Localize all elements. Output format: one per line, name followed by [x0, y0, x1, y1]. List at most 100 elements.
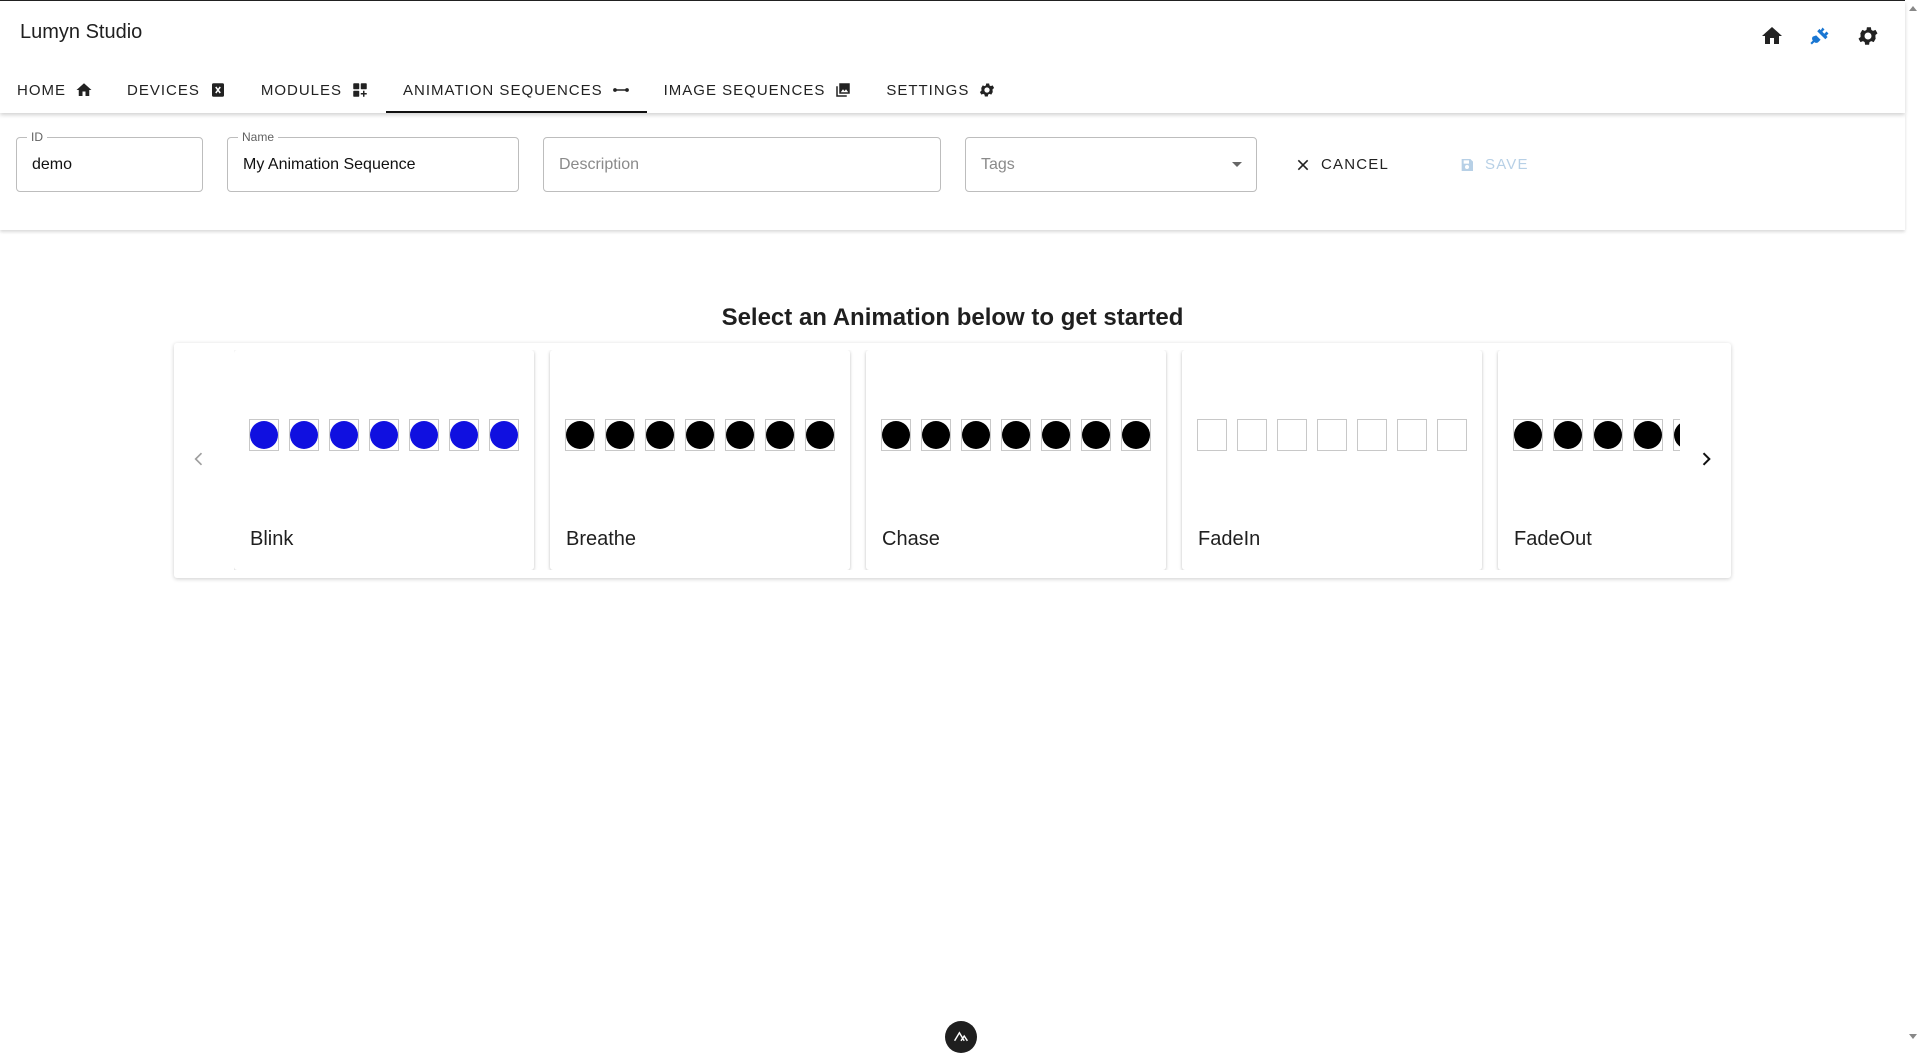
led-dot	[330, 421, 358, 449]
tab-devices[interactable]: Devices	[110, 67, 244, 113]
animation-card[interactable]: FadeIn	[1182, 350, 1482, 570]
description-field[interactable]	[543, 137, 941, 192]
led-dot	[1674, 421, 1680, 449]
led-dot	[806, 421, 834, 449]
led-dot	[922, 421, 950, 449]
led-dot	[766, 421, 794, 449]
led-dot	[1358, 421, 1386, 449]
led-dot	[1594, 421, 1622, 449]
animation-carousel: Blink Breathe Chase FadeIn FadeOut	[174, 343, 1731, 578]
animation-card-title: FadeOut	[1514, 528, 1592, 550]
led-dot	[450, 421, 478, 449]
id-input[interactable]	[32, 138, 192, 191]
chevron-down-icon[interactable]	[1232, 162, 1242, 167]
led-dot	[1514, 421, 1542, 449]
led-cell	[1397, 419, 1427, 451]
led-dot	[290, 421, 318, 449]
led-dot	[1082, 421, 1110, 449]
app-bar: Lumyn Studio Home Devices Modules Animat…	[0, 1, 1905, 113]
tab-label: Home	[17, 81, 66, 99]
cancel-label: Cancel	[1321, 156, 1390, 173]
led-cell	[1121, 419, 1151, 451]
led-dot	[962, 421, 990, 449]
gear-icon	[980, 83, 995, 97]
sequence-form-toolbar: ID Name Cancel Save	[0, 113, 1905, 230]
name-field[interactable]: Name	[227, 130, 519, 192]
animation-card-title: Blink	[250, 528, 294, 550]
main-tabs: Home Devices Modules Animation Sequences…	[0, 67, 1013, 113]
animation-card[interactable]: Blink	[234, 350, 534, 570]
device-icon	[211, 83, 224, 97]
led-cell	[489, 419, 519, 451]
led-cell	[1197, 419, 1227, 451]
plug-icon[interactable]	[1805, 21, 1835, 51]
tab-home[interactable]: Home	[0, 67, 110, 113]
led-cell	[881, 419, 911, 451]
animation-card[interactable]: Chase	[866, 350, 1166, 570]
scroll-down-arrow[interactable]	[1909, 1034, 1917, 1039]
led-cell	[1553, 419, 1583, 451]
led-dot	[1554, 421, 1582, 449]
led-dot	[370, 421, 398, 449]
carousel-viewport: Blink Breathe Chase FadeIn FadeOut	[234, 350, 1680, 570]
tab-image-sequences[interactable]: Image Sequences	[647, 67, 870, 113]
led-cell	[1041, 419, 1071, 451]
led-dot	[410, 421, 438, 449]
name-input[interactable]	[243, 138, 508, 191]
led-preview	[565, 419, 835, 451]
tab-animation-sequences[interactable]: Animation Sequences	[386, 67, 647, 113]
led-preview	[249, 419, 519, 451]
gear-icon[interactable]	[1853, 21, 1883, 51]
led-cell	[329, 419, 359, 451]
led-cell	[725, 419, 755, 451]
led-cell	[1513, 419, 1543, 451]
top-icon-group	[1757, 21, 1883, 51]
led-cell	[1317, 419, 1347, 451]
tab-label: Settings	[886, 81, 970, 99]
led-cell	[645, 419, 675, 451]
tags-select[interactable]	[965, 137, 1257, 192]
animation-card[interactable]: Breathe	[550, 350, 850, 570]
description-input[interactable]	[559, 138, 929, 191]
led-cell	[605, 419, 635, 451]
led-cell	[685, 419, 715, 451]
animation-card-title: Breathe	[566, 528, 637, 550]
tags-input[interactable]	[981, 138, 1211, 191]
page-scrollbar[interactable]	[1905, 0, 1920, 1045]
led-cell	[961, 419, 991, 451]
led-dot	[882, 421, 910, 449]
save-button[interactable]: Save	[1459, 137, 1529, 192]
tab-modules[interactable]: Modules	[244, 67, 386, 113]
led-dot	[1042, 421, 1070, 449]
save-icon	[1461, 158, 1473, 171]
led-cell	[409, 419, 439, 451]
carousel-prev-button[interactable]	[184, 441, 214, 477]
led-dot	[606, 421, 634, 449]
led-cell	[1357, 419, 1387, 451]
tab-label: Devices	[127, 81, 200, 99]
carousel-next-button[interactable]	[1691, 441, 1721, 477]
tab-label: Image Sequences	[663, 81, 826, 99]
tab-settings[interactable]: Settings	[869, 67, 1013, 113]
home-icon[interactable]	[1757, 21, 1787, 51]
tab-label: Modules	[260, 81, 343, 99]
home-icon	[76, 83, 92, 96]
led-cell	[805, 419, 835, 451]
id-field[interactable]: ID	[16, 130, 203, 192]
save-label: Save	[1485, 156, 1529, 173]
chevron-left-icon	[194, 452, 203, 466]
led-dot	[1198, 421, 1226, 449]
cancel-button[interactable]: Cancel	[1295, 137, 1389, 192]
led-cell	[921, 419, 951, 451]
tab-label: Animation Sequences	[403, 81, 603, 99]
app-title: Lumyn Studio	[20, 21, 143, 43]
animation-card[interactable]: FadeOut	[1498, 350, 1680, 570]
sequence-icon	[612, 88, 629, 92]
led-cell	[1437, 419, 1467, 451]
nuxt-devtools-icon[interactable]	[945, 1021, 977, 1053]
led-cell	[449, 419, 479, 451]
led-cell	[1673, 419, 1680, 451]
led-dot	[1238, 421, 1266, 449]
scroll-up-arrow[interactable]	[1909, 6, 1917, 11]
led-cell	[1593, 419, 1623, 451]
